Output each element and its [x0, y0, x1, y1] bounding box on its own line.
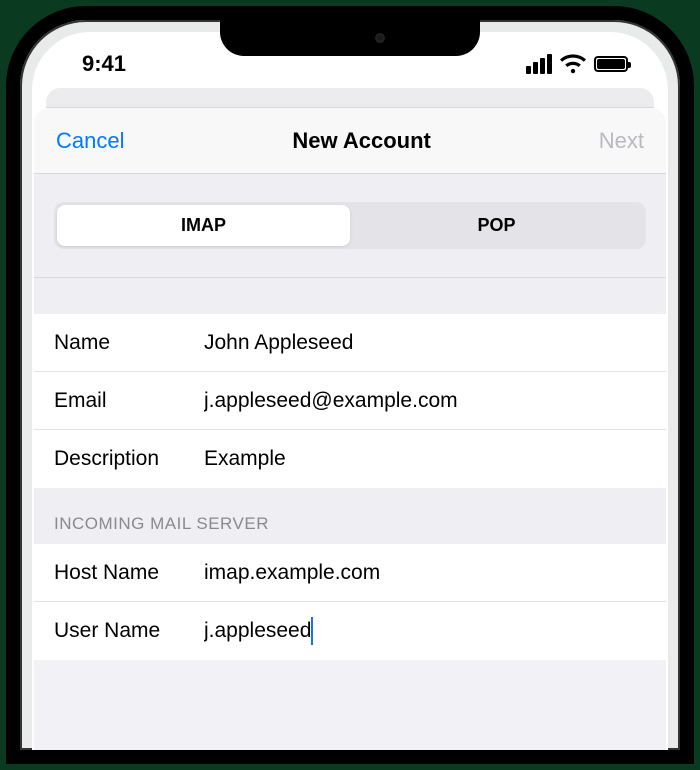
next-button[interactable]: Next — [599, 128, 644, 154]
background-sheet — [46, 88, 654, 108]
email-label: Email — [54, 389, 204, 413]
host-name-row: Host Name — [34, 544, 666, 602]
name-row: Name — [34, 314, 666, 372]
modal-sheet: Cancel New Account Next IMAP POP Name Em… — [34, 108, 666, 750]
page-title: New Account — [292, 128, 431, 154]
description-label: Description — [54, 447, 204, 471]
battery-icon — [594, 56, 628, 72]
user-name-field-wrap — [204, 619, 646, 643]
incoming-server-group: Host Name User Name — [34, 544, 666, 660]
host-name-label: Host Name — [54, 561, 204, 585]
nav-bar: Cancel New Account Next — [34, 108, 666, 174]
description-input[interactable] — [204, 447, 646, 471]
name-input[interactable] — [204, 331, 646, 355]
segment-imap[interactable]: IMAP — [57, 205, 350, 246]
notch — [220, 20, 480, 56]
cellular-icon — [526, 54, 552, 74]
screen: 9:41 Cancel New Account Next IMAP POP — [32, 32, 668, 750]
status-time: 9:41 — [82, 51, 126, 77]
name-label: Name — [54, 331, 204, 355]
email-input[interactable] — [204, 389, 646, 413]
cancel-button[interactable]: Cancel — [56, 128, 124, 154]
wifi-icon — [560, 54, 586, 74]
account-type-segment-wrap: IMAP POP — [34, 174, 666, 278]
segment-pop[interactable]: POP — [350, 205, 643, 246]
description-row: Description — [34, 430, 666, 488]
email-row: Email — [34, 372, 666, 430]
section-gap — [34, 278, 666, 314]
front-camera — [375, 33, 385, 43]
user-name-label: User Name — [54, 619, 204, 643]
user-name-row: User Name — [34, 602, 666, 660]
incoming-section-header: INCOMING MAIL SERVER — [34, 488, 666, 544]
account-type-segment: IMAP POP — [54, 202, 646, 249]
status-right — [526, 54, 628, 74]
text-caret — [311, 617, 313, 645]
user-name-input[interactable] — [204, 619, 646, 643]
host-name-input[interactable] — [204, 561, 646, 585]
account-info-group: Name Email Description — [34, 314, 666, 488]
phone-frame: 9:41 Cancel New Account Next IMAP POP — [6, 6, 694, 764]
